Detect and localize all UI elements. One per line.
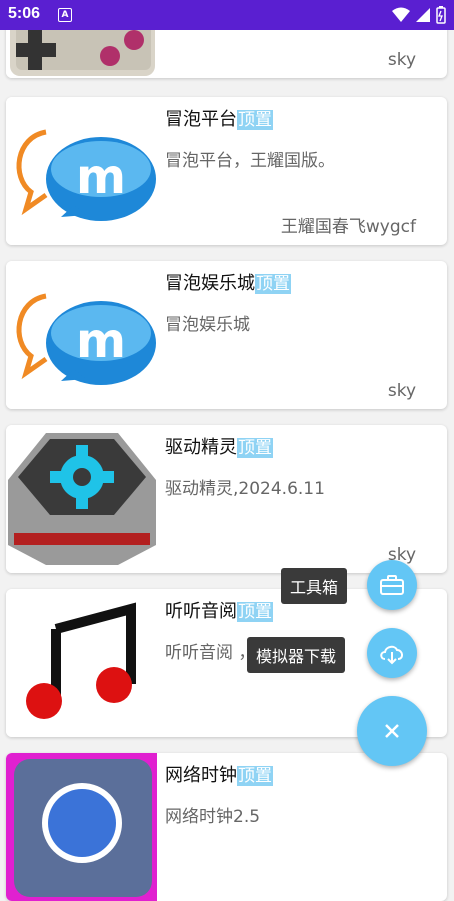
- card-description: 驱动精灵,2024.6.11: [165, 479, 325, 499]
- app-notification-icon: A: [58, 8, 72, 22]
- emulator-download-button[interactable]: [367, 628, 417, 678]
- cloud-download-icon: [380, 645, 403, 665]
- author-label: sky: [387, 50, 416, 70]
- svg-text:m: m: [76, 313, 126, 369]
- maopao-logo-icon: m: [6, 97, 157, 245]
- list-item[interactable]: m 冒泡平台顶置 冒泡平台，王耀国版。 王耀国春飞wygcf: [6, 97, 447, 245]
- pin-badge: 顶置: [255, 274, 291, 294]
- pin-badge: 顶置: [237, 110, 273, 130]
- svg-text:m: m: [76, 149, 126, 205]
- pin-badge: 顶置: [237, 602, 273, 622]
- battery-icon: [436, 6, 446, 24]
- pin-badge: 顶置: [237, 438, 273, 458]
- author-label: 王耀国春飞wygcf: [280, 217, 416, 237]
- card-title: 冒泡平台顶置: [165, 109, 273, 130]
- card-description: 冒泡娱乐城: [165, 315, 250, 335]
- card-title: 听听音阅顶置: [165, 601, 273, 622]
- fab-close-button[interactable]: [357, 696, 427, 766]
- list-item[interactable]: 网络时钟顶置 网络时钟2.5: [6, 753, 447, 901]
- music-note-icon: [6, 589, 157, 737]
- toolbox-button[interactable]: [367, 560, 417, 610]
- status-bar: 5:06 A: [0, 0, 454, 30]
- card-description: 冒泡平台，王耀国版。: [165, 151, 335, 171]
- toolbox-label[interactable]: 工具箱: [281, 568, 348, 604]
- clock-icon: [6, 753, 157, 901]
- card-title: 网络时钟顶置: [165, 765, 273, 786]
- gear-icon: [6, 425, 157, 573]
- system-icons: [392, 6, 446, 24]
- card-title: 驱动精灵顶置: [165, 437, 273, 458]
- pin-badge: 顶置: [237, 766, 273, 786]
- card-description: 网络时钟2.5: [165, 807, 261, 827]
- emulator-download-label[interactable]: 模拟器下载: [247, 637, 346, 673]
- wifi-icon: [392, 7, 410, 22]
- signal-icon: [416, 8, 430, 22]
- card-title: 冒泡娱乐城顶置: [165, 273, 291, 294]
- list-item[interactable]: m 冒泡娱乐城顶置 冒泡娱乐城 sky: [6, 261, 447, 409]
- briefcase-icon: [380, 575, 404, 595]
- close-icon: [385, 724, 399, 738]
- maopao-logo-icon: m: [6, 261, 157, 409]
- author-label: sky: [387, 381, 416, 401]
- status-time: 5:06: [8, 5, 41, 22]
- list-item[interactable]: 驱动精灵顶置 驱动精灵,2024.6.11 sky: [6, 425, 447, 573]
